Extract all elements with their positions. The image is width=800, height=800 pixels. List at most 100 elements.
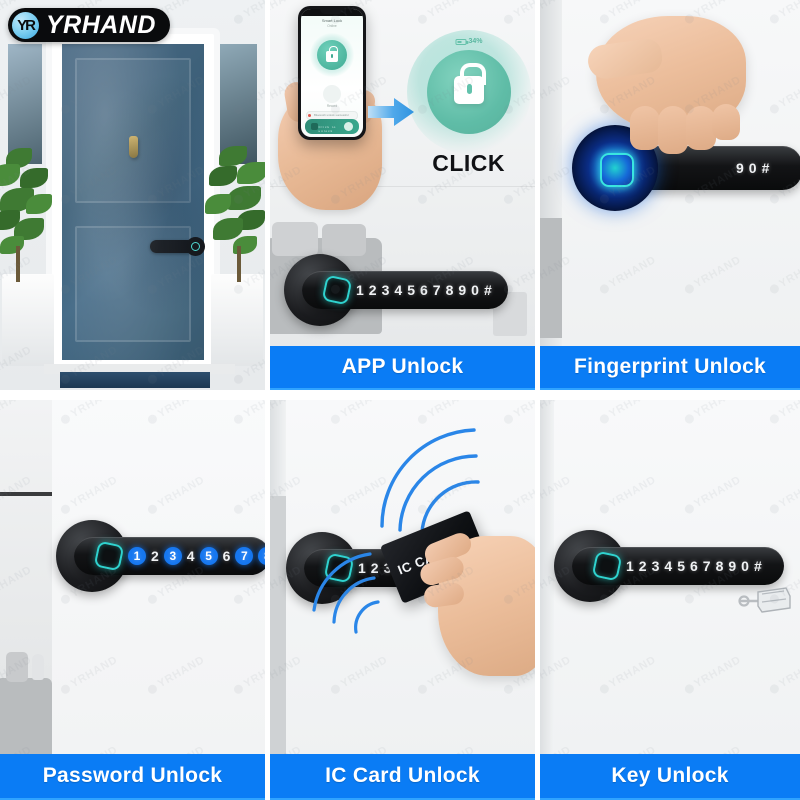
caption-fingerprint-unlock: Fingerprint Unlock <box>540 346 800 390</box>
key-9[interactable]: 9 <box>736 161 744 175</box>
fingerprint-sensor-icon[interactable] <box>93 540 125 572</box>
ic-card-scene: 123 IC CARD <box>270 400 535 800</box>
key-2[interactable]: 2 <box>151 549 159 563</box>
smart-lock-handle[interactable]: 1234567890 # <box>284 252 512 328</box>
bar-left-icon <box>311 123 318 130</box>
key-1[interactable]: 1 <box>128 547 146 565</box>
key-5[interactable]: 5 <box>199 547 218 565</box>
key-5[interactable]: 5 <box>407 283 415 297</box>
smart-lock-on-door[interactable] <box>150 237 205 256</box>
app-lock-button[interactable] <box>310 33 354 77</box>
key-7[interactable]: 7 <box>703 559 711 573</box>
wall-block <box>540 218 562 338</box>
phone-screen[interactable]: Smart Lock Online Record Bluetooth unloc… <box>301 9 363 137</box>
hand-holding-card <box>417 529 535 676</box>
smart-lock-handle[interactable]: 1234567890# <box>56 518 265 594</box>
key-6[interactable]: 6 <box>223 549 231 563</box>
door-panel-bottom <box>75 226 191 342</box>
panel-ic-card-unlock: 123 IC CARD IC Card Unlock <box>270 400 535 800</box>
key-1[interactable]: 1 <box>626 559 634 573</box>
key-8[interactable]: 8 <box>716 559 724 573</box>
key-3[interactable]: 3 <box>382 283 390 297</box>
smartphone[interactable]: Smart Lock Online Record Bluetooth unloc… <box>298 6 366 140</box>
click-target-circle[interactable]: 34% <box>407 30 531 154</box>
key-4[interactable]: 4 <box>664 559 672 573</box>
key-6[interactable]: 6 <box>690 559 698 573</box>
side-wall <box>270 496 286 754</box>
key-0[interactable]: 0 <box>471 283 479 297</box>
door-photo <box>0 0 265 390</box>
key-0[interactable]: 0 <box>749 161 757 175</box>
key-4[interactable]: 4 <box>187 549 195 563</box>
app-title: Smart Lock <box>321 18 343 23</box>
shelf-line <box>0 492 52 496</box>
panel-fingerprint-unlock: 90# YRHANDYRHANDYRHANDYRHANDYRHANDYRHAND… <box>540 0 800 390</box>
keypad-digits[interactable]: 9 0 # <box>736 161 769 175</box>
planter-left <box>2 274 54 366</box>
flow-arrow-icon <box>368 98 414 126</box>
record-label: Record <box>326 104 338 108</box>
topiary-right <box>193 142 265 282</box>
key-hash[interactable]: # <box>754 559 762 573</box>
key-8[interactable]: 8 <box>258 547 265 565</box>
nfc-waves-left-icon <box>300 548 386 645</box>
mechanical-key-icon[interactable] <box>738 584 792 616</box>
key-9[interactable]: 9 <box>458 283 466 297</box>
key-scene: 1 2 3 4 5 6 7 8 9 0 # <box>540 400 800 800</box>
caption-key-unlock: Key Unlock <box>540 754 800 800</box>
key-7[interactable]: 7 <box>235 547 254 565</box>
fingerprint-sensor-icon[interactable] <box>321 274 353 306</box>
key-hash[interactable]: # <box>762 161 770 175</box>
product-feature-collage: YRHANDYRHANDYRHANDYRHANDYRHANDYRHANDYRHA… <box>0 0 800 800</box>
key-1[interactable]: 1 <box>356 283 364 297</box>
caption-password-unlock: Password Unlock <box>0 754 265 800</box>
unlock-action-bar[interactable]: Click to unlock <box>305 119 359 134</box>
key-9[interactable]: 9 <box>728 559 736 573</box>
password-scene: 1234567890# <box>0 400 265 800</box>
brand-logo: YR YRHAND <box>8 8 170 42</box>
secondary-icon[interactable] <box>323 85 341 103</box>
bar-right-icon <box>344 122 353 131</box>
app-unlock-scene: Smart Lock Online Record Bluetooth unloc… <box>270 0 535 390</box>
key-2[interactable]: 2 <box>639 559 647 573</box>
handle-bar: 1234567890# <box>74 537 265 575</box>
key-0[interactable]: 0 <box>741 559 749 573</box>
key-3[interactable]: 3 <box>163 547 182 565</box>
handle-bar: 1234567890 # <box>572 547 784 585</box>
key-8[interactable]: 8 <box>446 283 454 297</box>
log-row-text: Bluetooth unlock successful <box>314 113 349 117</box>
battery-icon <box>455 38 468 45</box>
key-hash[interactable]: # <box>484 283 492 297</box>
unlock-action-label: Click to unlock <box>318 125 337 133</box>
door-frame <box>52 34 214 368</box>
panel-key-unlock: 1234567890# YRHANDYRHANDYRHANDYRHANDYRHA… <box>540 400 800 800</box>
panel-door-scene: YRHANDYRHANDYRHANDYRHANDYRHANDYRHANDYRHA… <box>0 0 265 390</box>
big-padlock-icon <box>454 63 486 104</box>
panel-password-unlock: 1234567890# YRHANDYRHANDYRHANDYRHANDYRHA… <box>0 400 265 800</box>
app-subtitle: Online <box>327 24 337 28</box>
caption-app-unlock: APP Unlock <box>270 346 535 390</box>
key-5[interactable]: 5 <box>677 559 685 573</box>
fingerprint-sensor-icon[interactable] <box>591 550 623 582</box>
door-knocker <box>129 136 138 158</box>
key-6[interactable]: 6 <box>420 283 428 297</box>
key-3[interactable]: 3 <box>652 559 660 573</box>
doormat <box>60 372 210 388</box>
keypad-digits[interactable]: 1234567890 # <box>626 559 762 573</box>
caption-ic-card-unlock: IC Card Unlock <box>270 754 535 800</box>
planter-right <box>211 274 263 366</box>
keypad-digits[interactable]: 1234567890# <box>128 547 265 565</box>
panel-app-unlock: Smart Lock Online Record Bluetooth unloc… <box>270 0 535 390</box>
handle-bar: 1234567890 # <box>302 271 508 309</box>
brand-name: YRHAND <box>46 10 156 39</box>
sofa <box>0 678 52 760</box>
padlock-icon <box>326 46 338 62</box>
key-4[interactable]: 4 <box>394 283 402 297</box>
key-7[interactable]: 7 <box>433 283 441 297</box>
battery-percent: 34% <box>468 38 483 45</box>
key-2[interactable]: 2 <box>369 283 377 297</box>
door-panel-top <box>75 58 191 203</box>
keypad-digits[interactable]: 1234567890 # <box>356 283 492 297</box>
door-slab <box>62 44 205 360</box>
phone-notch <box>320 9 344 14</box>
